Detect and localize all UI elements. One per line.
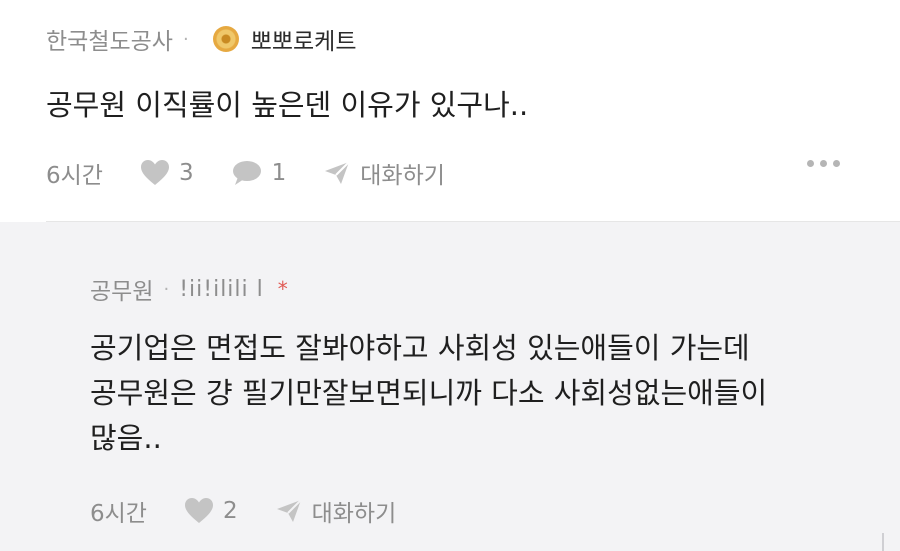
time-label: 6시간 <box>46 163 103 189</box>
reply-text: 공기업은 면접도 잘봐야하고 사회성 있는애들이 가는데 공무원은 걍 필기만잘… <box>90 326 850 461</box>
heart-icon <box>140 160 169 185</box>
more-dot <box>833 160 840 167</box>
reply-card: 공무원 · !ii!ilili l * 공기업은 면접도 잘봐야하고 사회성 있… <box>0 222 900 551</box>
separator-dot: · <box>163 278 170 300</box>
post-card: 한국철도공사 · 뽀뽀로케트 공무원 이직률이 높은덴 이유가 있구나.. 6시… <box>0 0 900 222</box>
reply-meta: 공무원 · !ii!ilili l * <box>90 272 288 306</box>
scroll-indicator <box>882 533 894 551</box>
heart-icon <box>184 498 213 523</box>
chat-label: 대화하기 <box>360 163 445 189</box>
more-dot <box>820 160 827 167</box>
like-count: 3 <box>178 160 194 186</box>
author-mark: * <box>277 277 288 301</box>
comment-button[interactable]: 1 <box>232 160 287 186</box>
reply-line: 공무원은 걍 필기만잘보면되니까 다소 사회성없는애들이 <box>90 376 768 410</box>
post-text: 공무원 이직률이 높은덴 이유가 있구나.. <box>46 88 529 122</box>
reply-author-nickname[interactable]: !ii!ilili l <box>179 277 264 302</box>
post-meta: 한국철도공사 · 뽀뽀로케트 <box>46 22 357 56</box>
chat-button[interactable]: 대화하기 <box>324 156 445 190</box>
comment-icon <box>232 161 261 185</box>
comment-count: 1 <box>271 160 287 186</box>
like-count: 2 <box>222 498 238 524</box>
reply-time: 6시간 <box>90 494 147 528</box>
reply-line: 공기업은 면접도 잘봐야하고 사회성 있는애들이 가는데 <box>90 331 750 365</box>
time-label: 6시간 <box>90 501 147 527</box>
reply-line: 많음.. <box>90 421 162 455</box>
chat-label: 대화하기 <box>311 501 397 527</box>
reply-company-name[interactable]: 공무원 <box>90 272 153 306</box>
company-name[interactable]: 한국철도공사 <box>46 22 173 56</box>
reply-actions: 6시간 2 대화하기 <box>90 494 434 528</box>
send-icon <box>276 499 302 522</box>
like-button[interactable]: 3 <box>140 160 194 186</box>
send-icon <box>325 161 350 184</box>
separator-dot: · <box>182 28 189 50</box>
rank-badge-icon <box>212 26 239 52</box>
post-actions: 6시간 3 1 대화하기 <box>46 156 483 190</box>
more-icon[interactable] <box>807 160 840 167</box>
author-nickname[interactable]: 뽀뽀로케트 <box>251 22 357 56</box>
reply-like-button[interactable]: 2 <box>184 498 238 524</box>
more-dot <box>807 160 814 167</box>
reply-chat-button[interactable]: 대화하기 <box>276 494 397 528</box>
post-time: 6시간 <box>46 156 103 190</box>
